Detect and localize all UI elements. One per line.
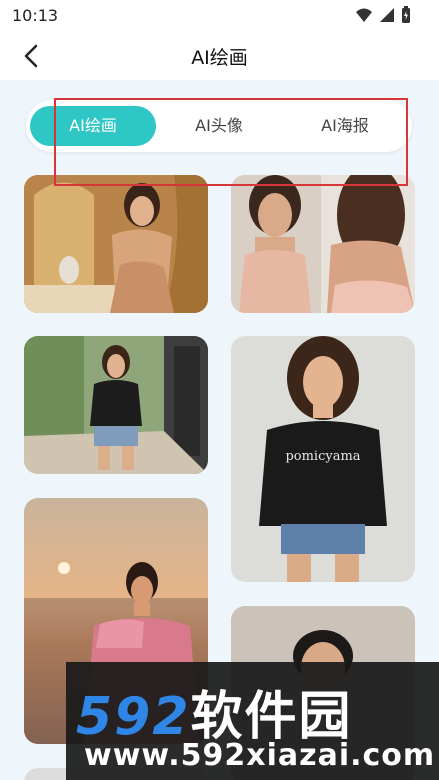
watermark-overlay: 592软件园 www.592xiazai.com bbox=[66, 662, 439, 780]
wifi-icon bbox=[356, 8, 372, 22]
image-woman-black-tshirt-studio: pomicyama bbox=[231, 336, 415, 582]
status-icons bbox=[355, 6, 411, 24]
image-woman-black-tshirt-street bbox=[24, 336, 208, 474]
tshirt-print-text: pomicyama bbox=[285, 449, 360, 464]
app-bar: AI绘画 bbox=[0, 32, 439, 80]
status-time: 10:13 bbox=[12, 6, 59, 25]
gallery-image-1[interactable] bbox=[24, 175, 208, 313]
image-woman-pink-gown bbox=[231, 175, 415, 313]
status-bar: 10:13 bbox=[0, 0, 439, 32]
battery-icon bbox=[402, 6, 410, 23]
page-title: AI绘画 bbox=[191, 47, 248, 69]
gallery-image-2[interactable] bbox=[231, 175, 415, 313]
image-woman-beige-dress bbox=[24, 175, 208, 313]
tab-ai-avatar[interactable]: AI头像 bbox=[156, 106, 282, 146]
gallery-image-4[interactable]: pomicyama bbox=[231, 336, 415, 582]
signal-icon bbox=[380, 8, 394, 22]
gallery-image-3[interactable] bbox=[24, 336, 208, 474]
tab-bar: AI绘画 AI头像 AI海报 bbox=[26, 100, 412, 152]
watermark-url: www.592xiazai.com bbox=[84, 738, 436, 773]
tab-ai-poster[interactable]: AI海报 bbox=[282, 106, 408, 146]
tab-ai-painting[interactable]: AI绘画 bbox=[30, 106, 156, 146]
